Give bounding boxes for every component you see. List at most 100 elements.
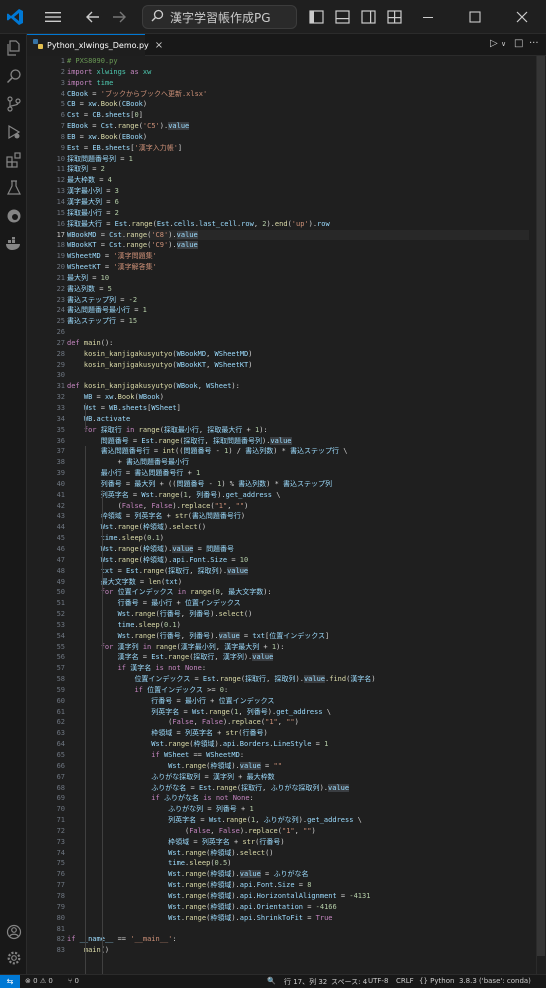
encoding[interactable]: UTF-8 [368,977,388,985]
line-number[interactable]: 75 [27,858,67,869]
code-line[interactable]: 最大文字数 = len(txt) [67,577,529,588]
line-number[interactable]: 67 [27,772,67,783]
cursor-position[interactable]: 行 17、列 32 [284,977,327,987]
code-content[interactable]: # PXS8090.py import xlwings as xw import t… [67,56,529,956]
run-python-file-icon[interactable]: ▷ [490,38,498,49]
line-number[interactable]: 1 [27,56,67,67]
search-view-icon[interactable] [4,66,24,86]
code-line[interactable]: (False, False).replace("1", "") [67,826,529,837]
code-line[interactable]: 行番号 = 最小行 + 位置インデックス [67,598,529,609]
scrollbar-thumb[interactable] [537,56,545,956]
remote-indicator-icon[interactable]: ⇆ [0,975,20,988]
code-line[interactable]: 書込問題番号最小行 = 1 [67,305,529,316]
line-number[interactable]: 37 [27,446,67,457]
line-number[interactable]: 58 [27,674,67,685]
tab-python-xlwings-demo[interactable]: Python_xlwings_Demo.py × [27,34,163,56]
line-number[interactable]: 69 [27,793,67,804]
line-number[interactable]: 35 [27,425,67,436]
line-number[interactable]: 22 [27,284,67,295]
line-number[interactable]: 73 [27,837,67,848]
line-number[interactable]: 80 [27,913,67,924]
line-number[interactable]: 50 [27,587,67,598]
line-number[interactable]: 29 [27,360,67,371]
line-number[interactable]: 56 [27,652,67,663]
code-line[interactable] [67,370,529,381]
code-line[interactable]: txt = Est.range(採取行, 採取列).value [67,566,529,577]
line-number[interactable]: 36 [27,436,67,447]
line-number[interactable]: 57 [27,663,67,674]
code-line[interactable]: 列英字名 = Wst.range(1, ふりがな列).get_address \ [67,815,529,826]
line-number[interactable]: 10 [27,154,67,165]
line-number[interactable]: 55 [27,642,67,653]
code-line[interactable]: import time [67,78,529,89]
line-number[interactable]: 45 [27,533,67,544]
code-line[interactable]: time.sleep(0.5) [67,858,529,869]
line-number[interactable]: 74 [27,848,67,859]
line-number[interactable]: 78 [27,891,67,902]
line-number[interactable]: 66 [27,761,67,772]
code-line[interactable]: 位置インデックス = Est.range(採取行, 採取列).value.fin… [67,674,529,685]
line-number[interactable]: 31 [27,381,67,392]
line-number[interactable]: 25 [27,316,67,327]
line-number[interactable]: 62 [27,717,67,728]
forward-arrow-icon[interactable] [111,7,127,27]
line-number[interactable]: 6 [27,110,67,121]
code-line[interactable]: 採取最小行 = 2 [67,208,529,219]
code-line[interactable]: def kosin_kanjigakusyutyo(WBook, WSheet)… [67,381,529,392]
line-number[interactable]: 83 [27,945,67,956]
run-and-debug-icon[interactable] [4,122,24,142]
code-line[interactable]: WBookKT = Cst.range('C9').value [67,240,529,251]
code-line[interactable]: if 漢字名 is not None: [67,663,529,674]
code-line[interactable]: 列英字名 = Wst.range(1, 列番号).get_address \ [67,707,529,718]
code-line[interactable]: Wst.range(枠領域).api.Font.Size = 10 [67,555,529,566]
line-number[interactable]: 71 [27,815,67,826]
explorer-icon[interactable] [4,38,24,58]
code-line[interactable]: Wst.range(枠領域).api.HorizontalAlignment =… [67,891,529,902]
code-line[interactable]: import xlwings as xw [67,67,529,78]
code-line[interactable]: 列番号 = 最大列 + ((問題番号 - 1) % 書込列数) * 書込ステップ… [67,479,529,490]
maximize-icon[interactable] [468,7,482,27]
code-editor[interactable]: 1 2 3 4 5 6 7 8 9 10 11 12 13 14 15 16 17 18 19 20 21 22 23 24 2… [27,56,546,974]
line-number[interactable]: 12 [27,175,67,186]
code-line[interactable]: 採取最大行 = Est.range(Est.cells.last_cell.ro… [67,219,529,230]
split-editor-icon[interactable]: □ [514,38,523,49]
close-tab-icon[interactable]: × [155,40,163,51]
testing-flask-icon[interactable] [4,178,24,198]
extensions-icon[interactable] [4,150,24,170]
minimize-icon[interactable] [421,7,435,27]
close-window-icon[interactable] [515,7,529,27]
line-number[interactable]: 30 [27,370,67,381]
source-control-icon[interactable] [4,94,24,114]
ports-indicator[interactable]: ⑂ 0 [68,977,79,985]
code-line[interactable]: 行番号 = 最小行 + 位置インデックス [67,696,529,707]
zoom-icon[interactable]: 🔍 [267,977,276,985]
code-line[interactable]: Wst.range(行番号, 列番号).value = txt[位置インデックス… [67,631,529,642]
line-number[interactable]: 28 [27,349,67,360]
code-line[interactable]: 枠領域 = 列英字名 + str(行番号) [67,837,529,848]
line-number[interactable]: 19 [27,251,67,262]
code-line[interactable]: 書込ステップ行 = 15 [67,316,529,327]
line-number[interactable]: 24 [27,305,67,316]
line-number[interactable]: 82 [27,934,67,945]
code-line[interactable]: for 位置インデックス in range(0, 最大文字数): [67,587,529,598]
line-number[interactable]: 5 [27,99,67,110]
line-number[interactable]: 17 [27,230,67,241]
code-line[interactable]: CB = xw.Book(CBook) [67,99,529,110]
code-line[interactable] [67,327,529,338]
code-line[interactable]: 漢字名 = Est.range(採取行, 漢字列).value [67,652,529,663]
line-number[interactable]: 48 [27,566,67,577]
code-line[interactable]: Wst.range(枠領域).api.Borders.LineStyle = 1 [67,739,529,750]
code-line[interactable]: main() [67,945,529,956]
code-line[interactable]: if WSheet == WSheetMD: [67,750,529,761]
line-number[interactable]: 15 [27,208,67,219]
docker-icon[interactable] [4,234,24,254]
code-line[interactable]: Cst = CB.sheets[0] [67,110,529,121]
line-number[interactable]: 70 [27,804,67,815]
line-number[interactable]: 72 [27,826,67,837]
line-number[interactable]: 76 [27,869,67,880]
code-line[interactable]: 問題番号 = Est.range(採取行, 採取問題番号列).value [67,436,529,447]
line-number[interactable]: 14 [27,197,67,208]
toggle-secondary-sidebar-icon[interactable] [361,7,376,27]
code-line[interactable]: if ふりがな名 is not None: [67,793,529,804]
line-number[interactable]: 46 [27,544,67,555]
